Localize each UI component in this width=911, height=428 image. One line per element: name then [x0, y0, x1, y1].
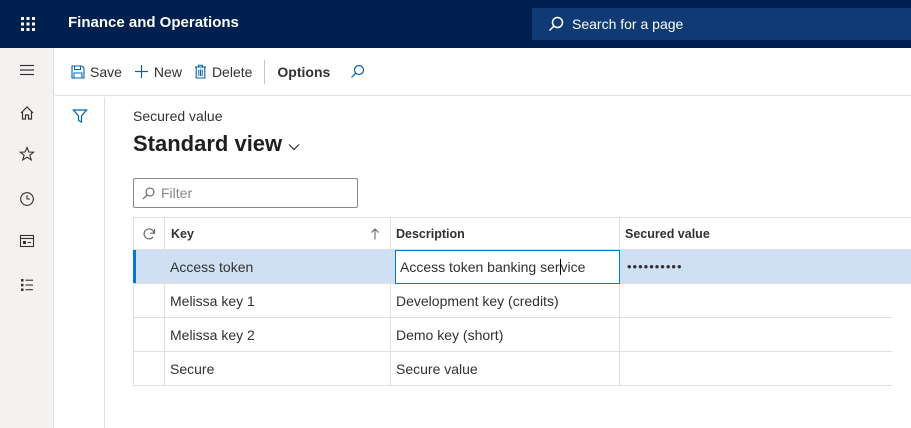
- description-value: Development key (credits): [396, 292, 559, 309]
- home-icon: [20, 106, 34, 120]
- secured-values-grid: Key Description Secured value Access tok…: [133, 217, 911, 386]
- filter-input[interactable]: [161, 185, 341, 201]
- page-caption: Secured value: [133, 108, 223, 124]
- column-header-key-label: Key: [171, 226, 194, 241]
- secured-value-cell[interactable]: [620, 284, 892, 317]
- grid-filter-box[interactable]: [133, 178, 358, 208]
- filter-pane-column: [55, 97, 105, 428]
- action-pane: Save New Delete Options: [55, 48, 911, 96]
- key-value: Melissa key 2: [170, 326, 255, 343]
- key-cell[interactable]: Secure: [165, 352, 391, 385]
- key-value: Melissa key 1: [170, 292, 255, 309]
- key-cell[interactable]: Melissa key 2: [165, 318, 391, 351]
- list-icon: [21, 279, 33, 291]
- nav-modules-button[interactable]: [0, 265, 54, 305]
- show-filters-button[interactable]: [69, 105, 91, 127]
- key-cell[interactable]: Melissa key 1: [165, 284, 391, 317]
- delete-label: Delete: [211, 63, 253, 80]
- description-text-after-caret: vice: [560, 259, 586, 275]
- top-bar: Finance and Operations Search for a page: [0, 0, 911, 48]
- sort-ascending-icon: [371, 227, 379, 239]
- clock-icon: [20, 192, 34, 206]
- refresh-icon: [143, 227, 156, 239]
- secured-value-cell[interactable]: ••••••••••: [620, 250, 892, 283]
- nav-home-button[interactable]: [0, 93, 54, 133]
- options-tab[interactable]: Options: [271, 56, 336, 88]
- secured-value-masked: ••••••••••: [627, 259, 683, 274]
- key-value: Secure: [170, 360, 215, 377]
- column-header-description[interactable]: Description: [391, 218, 620, 249]
- column-header-secured-value-label: Secured value: [625, 226, 710, 241]
- nav-favorites-button[interactable]: [0, 134, 54, 174]
- save-label: Save: [90, 63, 122, 80]
- key-value: Access token: [170, 258, 254, 275]
- search-icon: [142, 186, 155, 199]
- funnel-icon: [72, 109, 88, 123]
- action-search-button[interactable]: [344, 56, 371, 88]
- secured-value-cell[interactable]: [620, 318, 892, 351]
- secured-value-cell[interactable]: [620, 352, 892, 385]
- table-row[interactable]: Secure Secure value: [133, 352, 892, 386]
- app-launcher-button[interactable]: [0, 0, 56, 48]
- table-row[interactable]: Access token •••••••••• Access token ban…: [133, 250, 911, 284]
- key-cell[interactable]: Access token: [165, 250, 391, 283]
- nav-menu-button[interactable]: [0, 50, 54, 90]
- description-value: Secure value: [396, 360, 478, 377]
- star-icon: [19, 146, 35, 162]
- column-header-description-label: Description: [396, 226, 465, 241]
- save-icon: [71, 64, 85, 79]
- workspace-icon: [19, 234, 35, 248]
- description-cell[interactable]: Demo key (short): [391, 318, 620, 351]
- nav-workspaces-button[interactable]: [0, 221, 54, 261]
- hamburger-icon: [20, 64, 34, 76]
- app-title[interactable]: Finance and Operations: [68, 14, 239, 31]
- view-selector[interactable]: Standard view: [133, 131, 300, 157]
- chevron-down-icon: [288, 144, 300, 151]
- search-icon: [350, 64, 365, 79]
- save-button[interactable]: Save: [65, 56, 128, 88]
- trash-icon: [194, 64, 207, 79]
- table-row[interactable]: Melissa key 1 Development key (credits): [133, 284, 892, 318]
- new-button[interactable]: New: [128, 56, 188, 88]
- page-search-box[interactable]: Search for a page: [532, 8, 911, 40]
- column-header-secured-value[interactable]: Secured value: [620, 218, 892, 249]
- description-edit-field[interactable]: Access token banking ser vice: [395, 250, 620, 284]
- description-cell[interactable]: Development key (credits): [391, 284, 620, 317]
- delete-button[interactable]: Delete: [188, 56, 258, 88]
- description-text-before-caret: Access token banking ser: [400, 259, 560, 275]
- refresh-column-header[interactable]: [133, 218, 165, 249]
- grid-header-row: Key Description Secured value: [133, 217, 911, 250]
- description-value: Demo key (short): [396, 326, 504, 343]
- row-selector[interactable]: [133, 352, 165, 385]
- view-title: Standard view: [133, 131, 283, 156]
- column-header-key[interactable]: Key: [165, 218, 391, 249]
- options-label: Options: [277, 63, 331, 80]
- row-selector[interactable]: [133, 318, 165, 351]
- action-separator: [264, 59, 266, 84]
- search-placeholder: Search for a page: [572, 16, 684, 32]
- description-cell[interactable]: Secure value: [391, 352, 620, 385]
- table-row[interactable]: Melissa key 2 Demo key (short): [133, 318, 892, 352]
- plus-icon: [134, 64, 149, 79]
- search-icon: [548, 16, 564, 32]
- row-selector[interactable]: [133, 284, 165, 317]
- navigation-rail: [0, 48, 54, 428]
- nav-recent-button[interactable]: [0, 179, 54, 219]
- row-selector[interactable]: [133, 250, 165, 283]
- waffle-icon: [21, 17, 35, 31]
- new-label: New: [153, 63, 182, 80]
